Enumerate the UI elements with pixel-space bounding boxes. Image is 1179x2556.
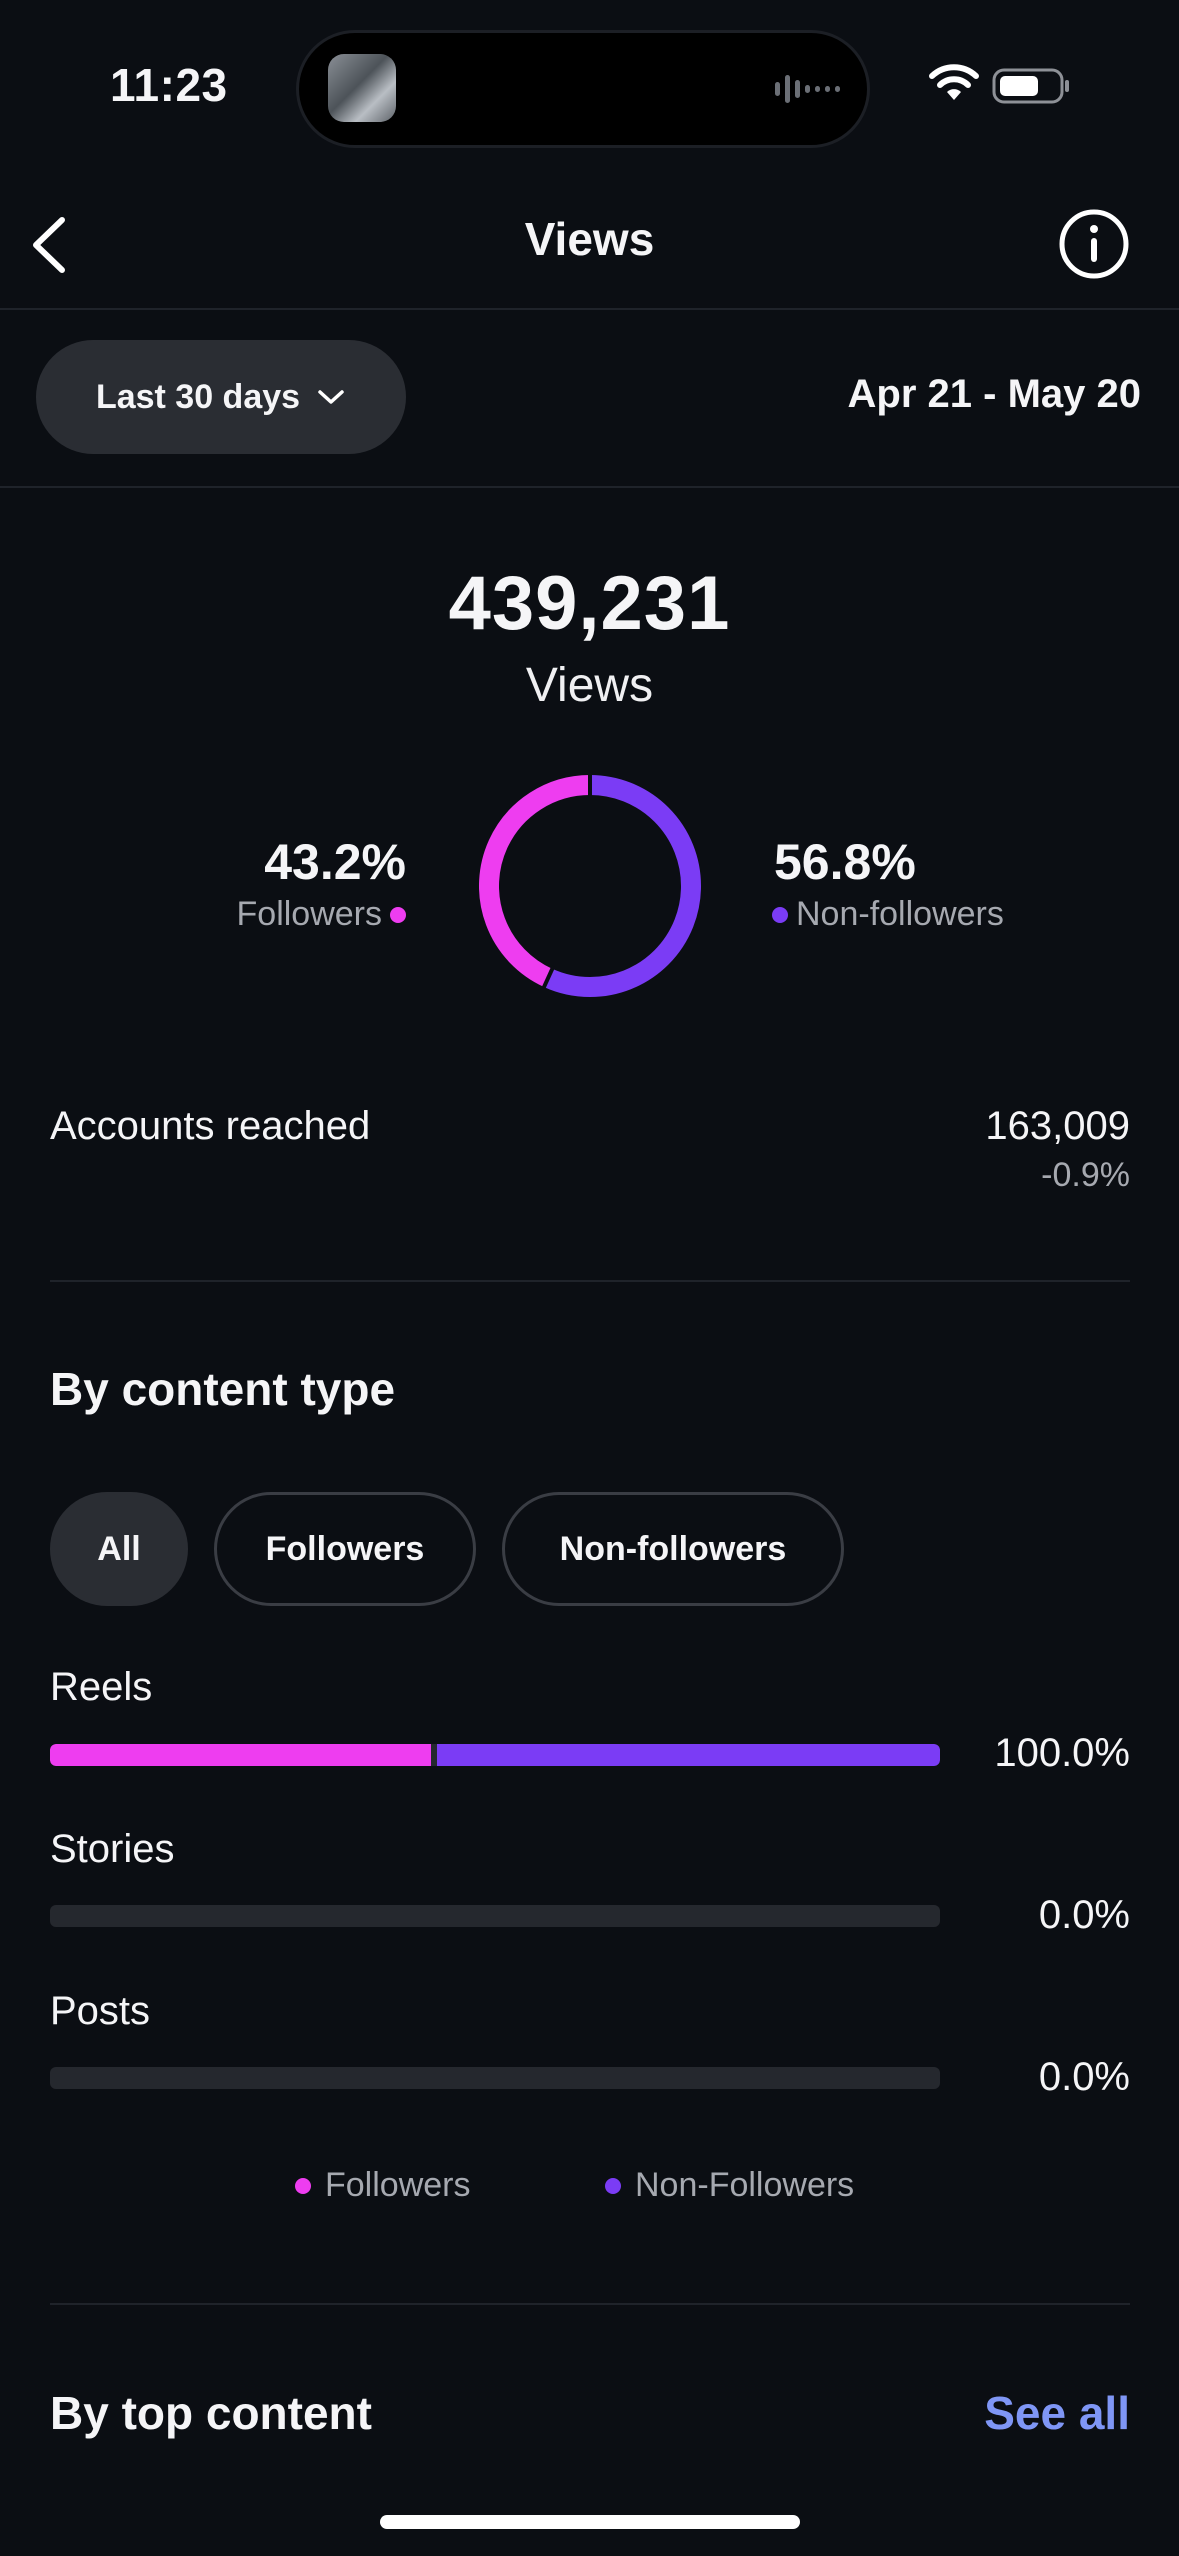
wifi-icon [929,64,979,100]
followers-dot [390,906,406,923]
views-donut-chart [479,774,701,997]
info-icon[interactable] [1058,208,1130,280]
filter-divider [0,486,1179,488]
content-row-stories-bar [50,1905,940,1927]
followers-label: Followers [236,895,382,933]
content-row-reels-bar [50,1744,940,1766]
nonfollowers-percent: 56.8% [774,834,916,890]
date-range-dropdown-label: Last 30 days [95,377,301,416]
header-divider [0,308,1179,310]
chip-all-label: All [97,1529,141,1568]
donut-segment-followers [479,775,701,997]
date-range-text: Apr 21 - May 20 [847,372,1141,416]
legend-followers-dot [295,2177,311,2194]
battery-icon [992,68,1069,104]
nonfollowers-dot [772,906,788,923]
status-time: 11:23 [110,59,228,111]
chip-all[interactable]: All [50,1492,188,1606]
content-row-posts-bar [50,2067,940,2089]
now-playing-thumbnail[interactable] [328,54,396,122]
bar-segment-followers [50,1744,431,1766]
section-divider-2 [50,2303,1130,2305]
chip-followers-label: Followers [265,1529,425,1568]
total-views-label: Views [525,659,654,712]
content-row-posts-label: Posts [50,1989,151,2033]
nonfollowers-legend: Non-followers [772,895,1004,934]
content-row-reels-label: Reels [50,1665,153,1709]
total-views-value: 439,231 [448,561,731,646]
content-row-reels-pct: 100.0% [994,1731,1130,1775]
legend-followers: Followers [295,2166,470,2205]
section-divider [50,1280,1130,1282]
chip-nonfollowers[interactable]: Non-followers [502,1492,844,1606]
see-all-link[interactable]: See all [984,2386,1130,2440]
home-indicator[interactable] [380,2515,800,2529]
chip-followers[interactable]: Followers [214,1492,476,1606]
content-type-title: By content type [50,1363,396,1415]
content-row-stories-pct: 0.0% [1038,1893,1130,1937]
accounts-reached-value: 163,009 [985,1104,1130,1148]
audio-wave-icon [775,75,840,103]
top-content-title: By top content [50,2387,372,2439]
legend-nonfollowers-label: Non-Followers [635,2166,855,2204]
content-row-stories-label: Stories [50,1827,175,1871]
followers-percent: 43.2% [264,834,406,890]
bar-segment-nonfollowers [437,1744,940,1766]
legend-followers-label: Followers [325,2166,471,2204]
followers-legend: Followers [237,895,406,934]
content-row-posts-pct: 0.0% [1038,2055,1130,2099]
legend-nonfollowers: Non-Followers [605,2166,854,2205]
date-range-dropdown[interactable]: Last 30 days [36,340,406,454]
nonfollowers-label: Non-followers [796,895,1004,933]
accounts-reached-label: Accounts reached [50,1104,371,1148]
legend-nonfollowers-dot [605,2177,621,2194]
chip-nonfollowers-label: Non-followers [559,1529,787,1568]
accounts-reached-change: -0.9% [1041,1156,1130,1194]
chevron-down-icon [318,390,344,404]
page-title: Views [524,213,655,265]
